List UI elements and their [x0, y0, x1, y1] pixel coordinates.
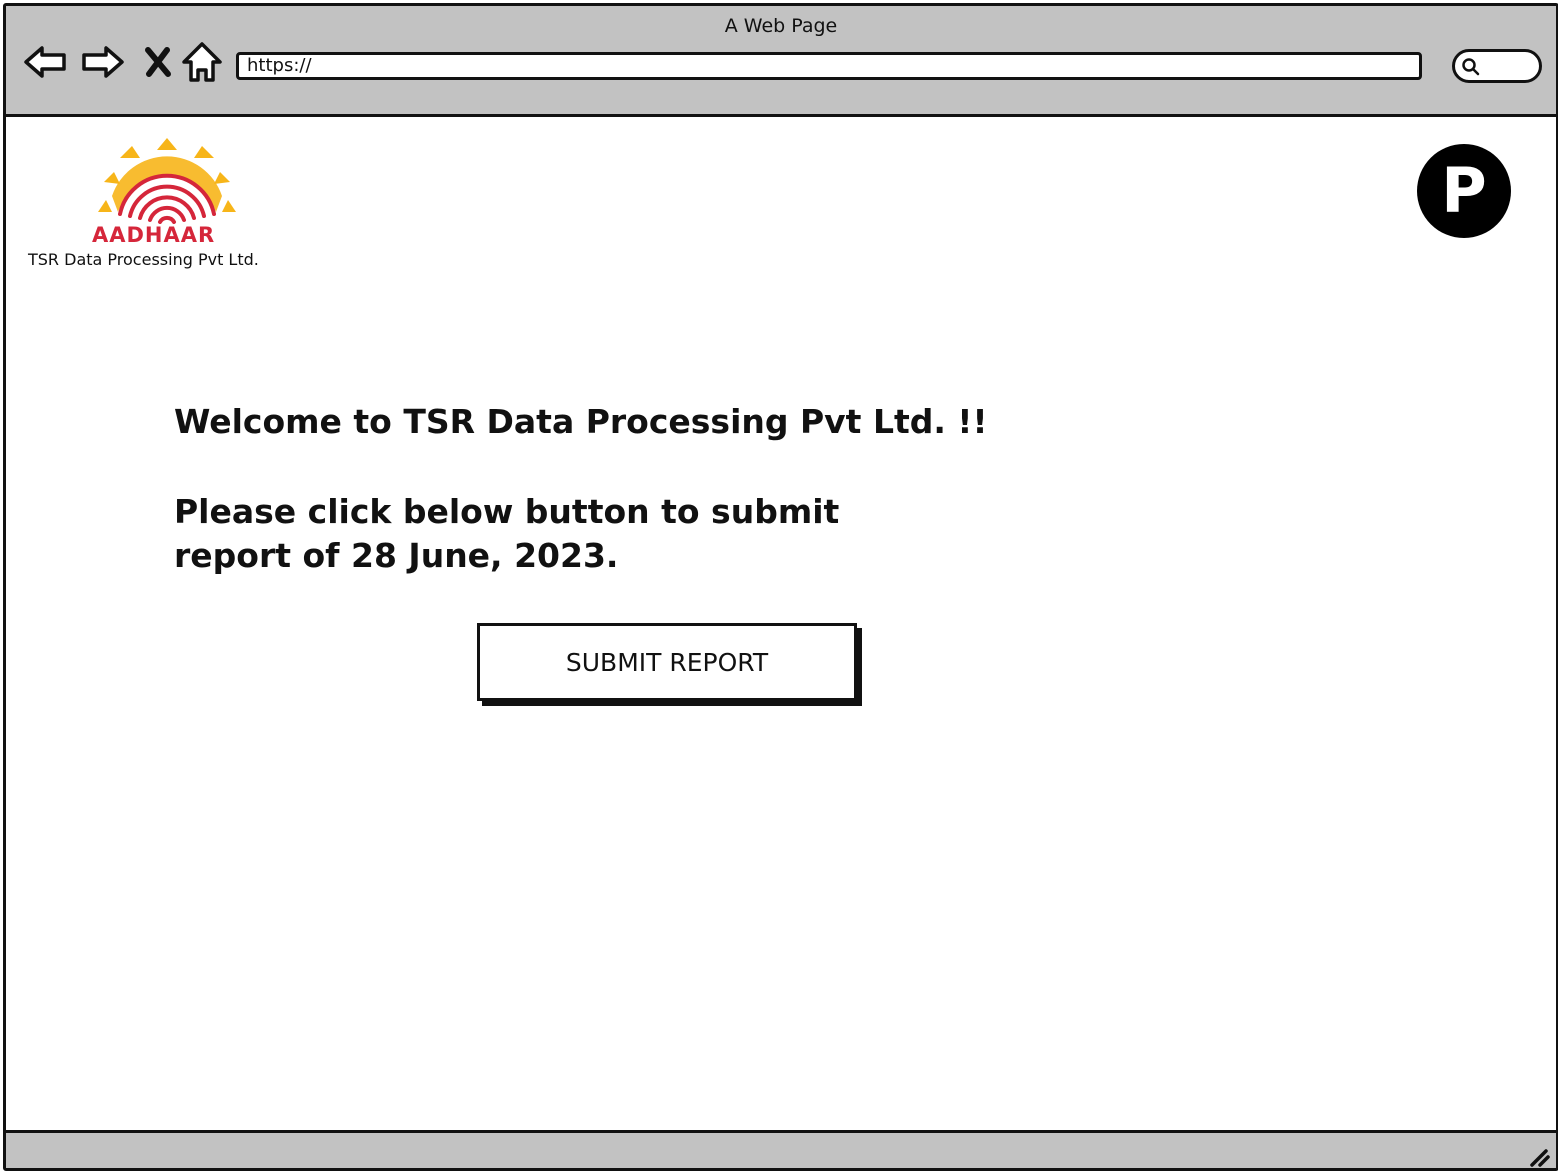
home-icon[interactable] [178, 38, 226, 86]
instruction-text: Please click below button to submit repo… [174, 492, 840, 575]
browser-window: A Web Page https:// AADHAAR TSR Data Pro… [3, 3, 1558, 1171]
user-avatar[interactable]: P [1417, 144, 1511, 238]
address-bar[interactable]: https:// [236, 52, 1422, 80]
submit-report-button[interactable]: SUBMIT REPORT [477, 623, 857, 701]
search-icon [1462, 58, 1480, 76]
window-title: A Web Page [724, 15, 838, 37]
forward-arrow-icon[interactable] [78, 38, 126, 86]
back-arrow-icon[interactable] [22, 38, 70, 86]
company-name: TSR Data Processing Pvt Ltd. [28, 250, 259, 269]
welcome-heading: Welcome to TSR Data Processing Pvt Ltd. … [174, 402, 988, 441]
search-box[interactable] [1452, 49, 1542, 83]
resize-grip-icon[interactable] [1526, 1143, 1552, 1168]
aadhaar-logo-icon [98, 138, 236, 224]
stop-icon[interactable] [134, 38, 182, 86]
status-bar [6, 1130, 1556, 1168]
logo-wordmark: AADHAAR [92, 223, 216, 247]
company-logo: AADHAAR TSR Data Processing Pvt Ltd. [28, 136, 278, 276]
browser-toolbar: A Web Page https:// [6, 6, 1556, 117]
